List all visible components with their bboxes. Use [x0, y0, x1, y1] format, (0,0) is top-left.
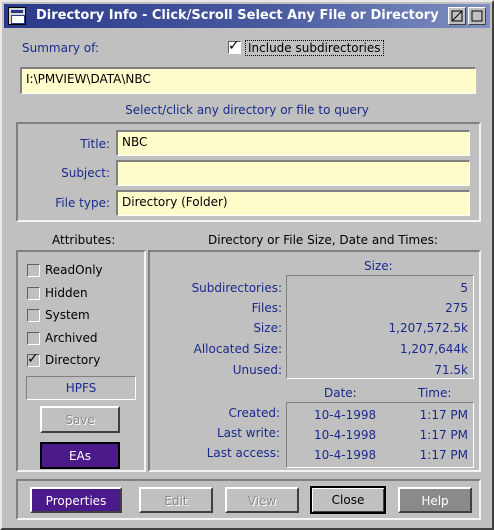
filesystem-type: HPFS	[26, 376, 136, 400]
summary-label: Summary of:	[22, 41, 99, 55]
system-menu-icon[interactable]	[8, 7, 26, 25]
directory-checkbox[interactable]: ✓	[27, 351, 40, 367]
allocated-size-value: 1,207,644k	[399, 342, 468, 356]
title-bar[interactable]: Directory Info - Click/Scroll Select Any…	[4, 4, 490, 28]
readonly-label: ReadOnly	[45, 263, 103, 277]
file-type-field[interactable]: Directory (Folder)	[116, 190, 470, 216]
restore-icon	[451, 10, 463, 22]
subject-label: Subject:	[61, 166, 110, 180]
close-icon	[471, 10, 483, 22]
attributes-header: Attributes:	[52, 233, 116, 247]
hidden-label: Hidden	[45, 286, 88, 300]
files-label: Files:	[251, 301, 282, 315]
size-column-header: Size:	[364, 259, 393, 273]
system-checkbox[interactable]	[27, 309, 40, 322]
sizes-header: Directory or File Size, Date and Times:	[208, 233, 438, 247]
created-time: 1:17 PM	[419, 408, 468, 422]
window-title: Directory Info - Click/Scroll Select Any…	[36, 8, 439, 23]
archived-label: Archived	[45, 331, 98, 345]
date-column-header: Date:	[324, 386, 357, 400]
last-write-date: 10-4-1998	[314, 428, 377, 442]
title-field[interactable]: NBC	[116, 130, 470, 156]
close-button[interactable]: Close	[310, 486, 386, 514]
subject-field[interactable]	[116, 160, 470, 186]
size-label: Size:	[253, 321, 282, 335]
restore-button[interactable]	[448, 7, 466, 25]
title-label: Title:	[80, 137, 110, 151]
save-button[interactable]: Save	[40, 406, 120, 433]
hidden-checkbox[interactable]	[27, 287, 40, 300]
checkmark-icon: ✓	[228, 38, 240, 54]
files-value: 275	[445, 301, 468, 315]
properties-button[interactable]: Properties	[30, 487, 122, 513]
readonly-checkbox[interactable]	[27, 264, 40, 277]
last-access-label: Last access:	[206, 446, 280, 460]
include-subdirectories-checkbox[interactable]: ✓	[228, 38, 241, 54]
include-subdirectories-label[interactable]: Include subdirectories	[245, 40, 384, 56]
last-access-time: 1:17 PM	[419, 448, 468, 462]
help-button[interactable]: Help	[398, 487, 472, 513]
select-prompt: Select/click any directory or file to qu…	[125, 103, 369, 117]
last-write-label: Last write:	[216, 426, 280, 440]
allocated-size-label: Allocated Size:	[193, 342, 282, 356]
size-value: 1,207,572.5k	[388, 321, 468, 335]
edit-button[interactable]: Edit	[139, 487, 213, 513]
eas-button[interactable]: EAs	[40, 442, 120, 469]
directory-info-window: Directory Info - Click/Scroll Select Any…	[0, 0, 494, 530]
unused-label: Unused:	[232, 363, 282, 377]
unused-value: 71.5k	[434, 363, 468, 377]
last-write-time: 1:17 PM	[419, 428, 468, 442]
archived-checkbox[interactable]	[27, 332, 40, 345]
path-field[interactable]: I:\PMVIEW\DATA\NBC	[20, 67, 476, 94]
time-column-header: Time:	[418, 386, 452, 400]
file-type-label: File type:	[55, 196, 110, 210]
created-date: 10-4-1998	[314, 408, 377, 422]
close-window-button[interactable]	[468, 7, 486, 25]
subdirectories-label: Subdirectories:	[191, 281, 282, 295]
view-button[interactable]: View	[225, 487, 299, 513]
subdirectories-value: 5	[460, 281, 468, 295]
system-label: System	[45, 308, 90, 322]
directory-label: Directory	[45, 353, 101, 367]
last-access-date: 10-4-1998	[314, 448, 377, 462]
checkmark-icon: ✓	[27, 351, 39, 367]
created-label: Created:	[228, 406, 280, 420]
